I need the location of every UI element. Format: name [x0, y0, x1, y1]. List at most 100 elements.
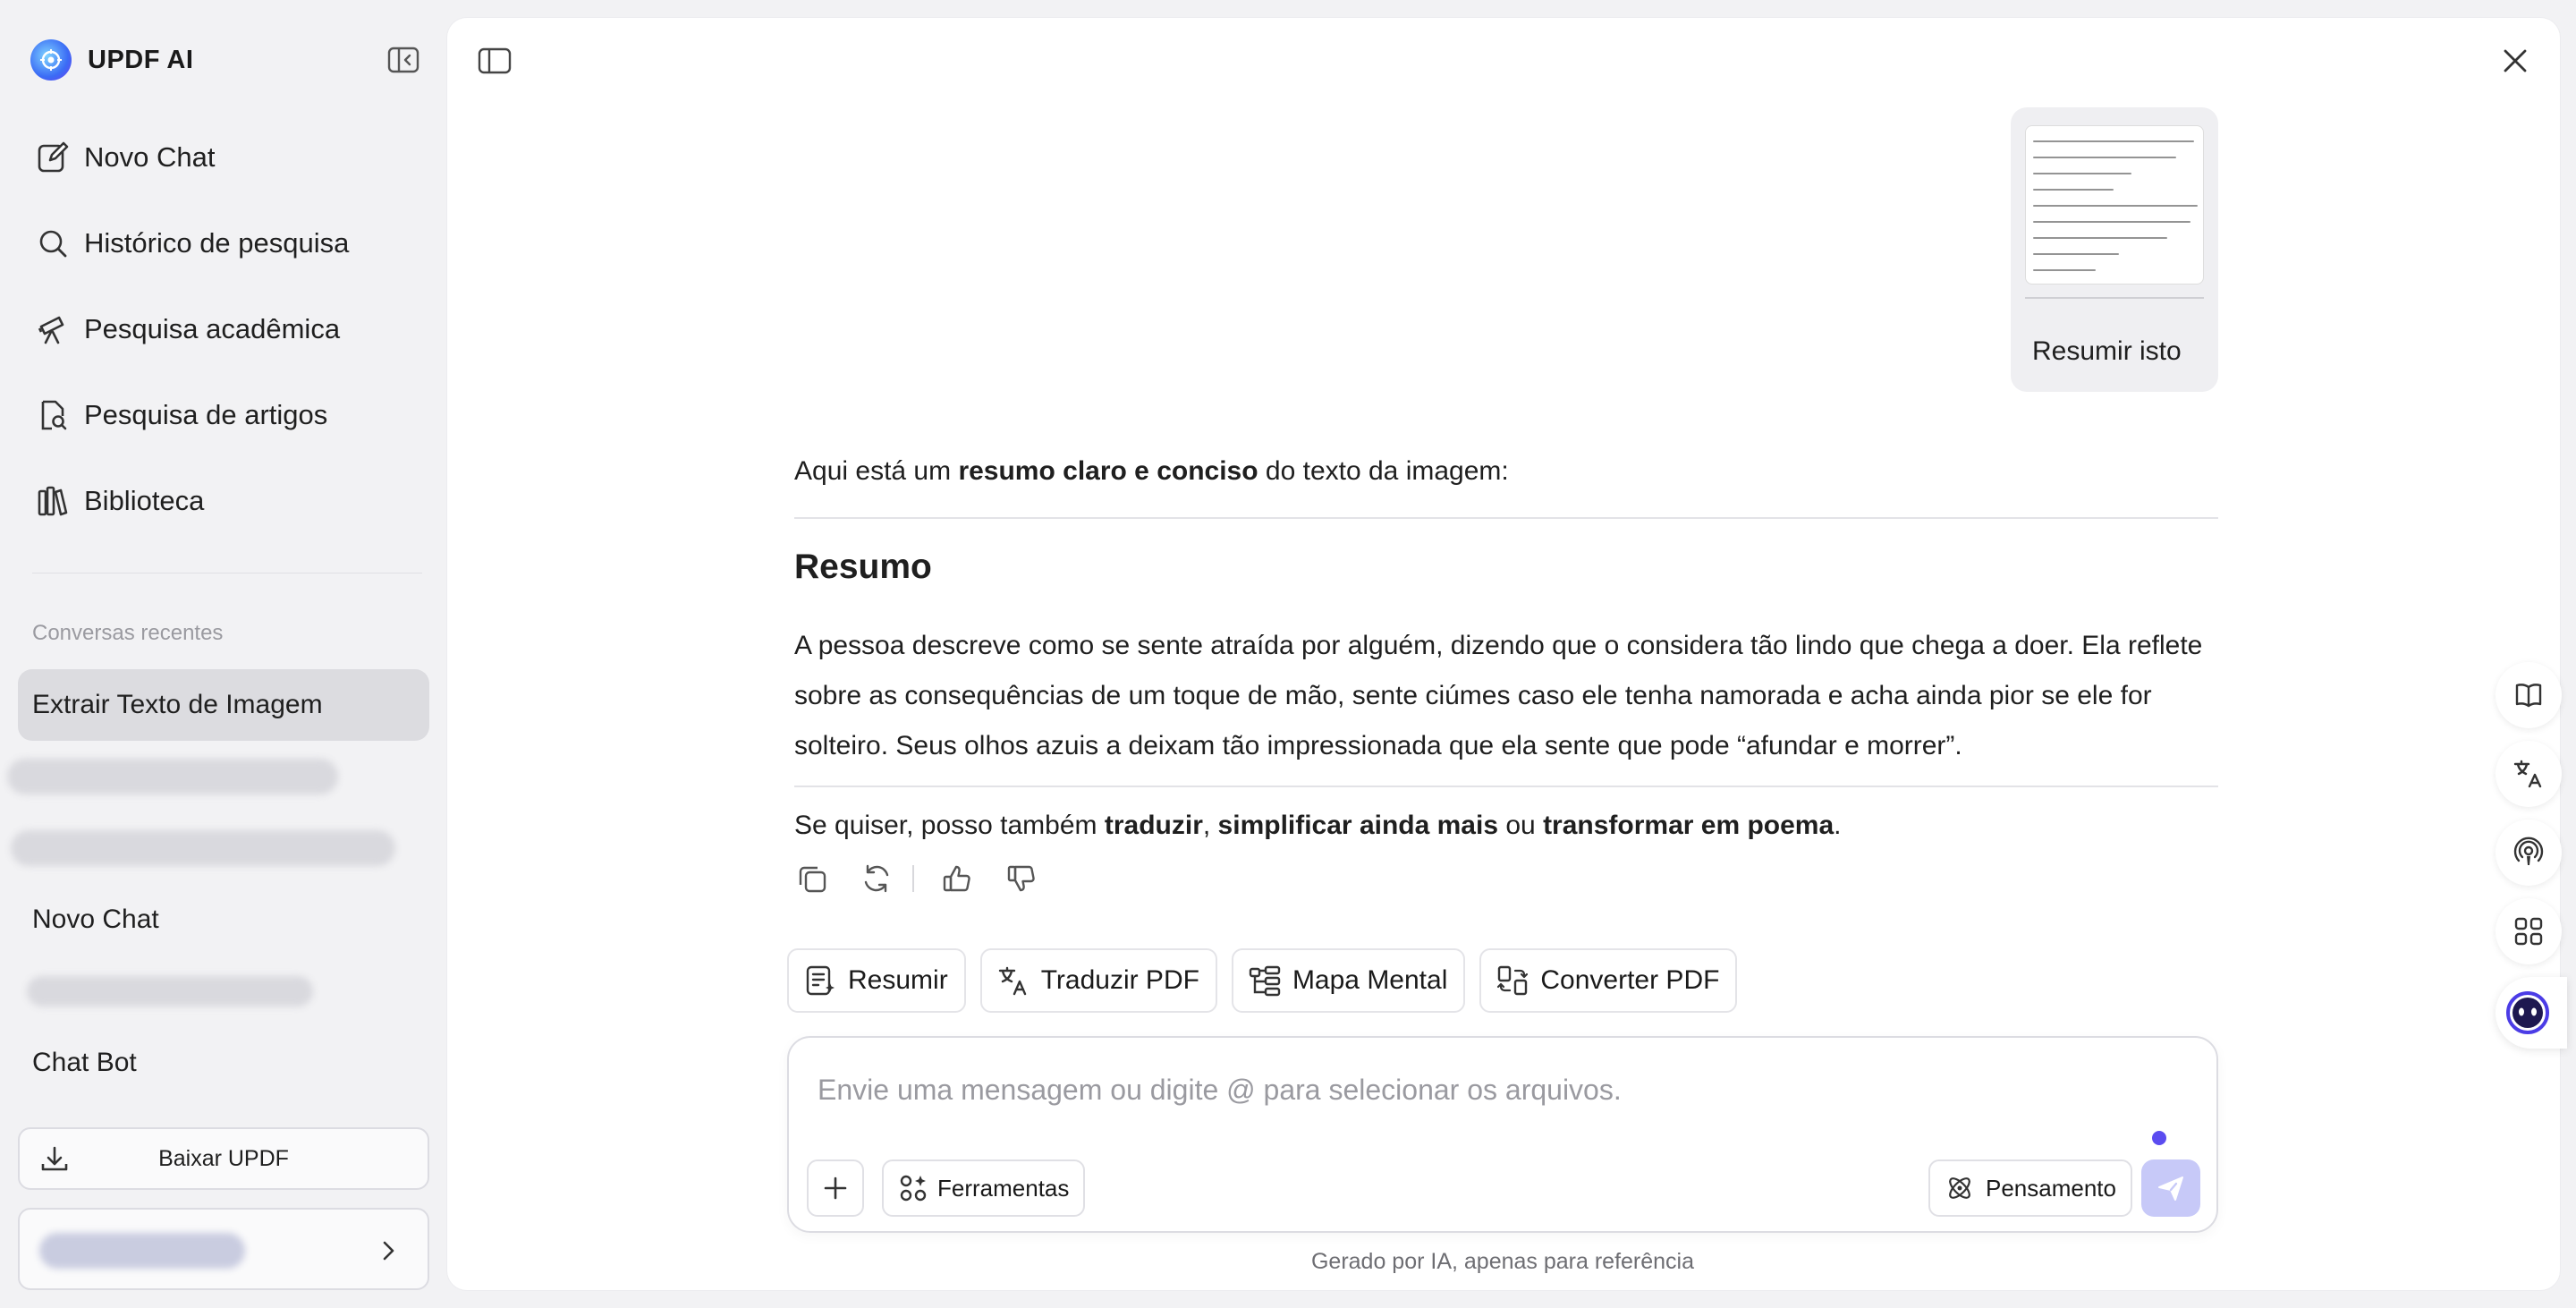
ai-assistant-button[interactable]	[2496, 977, 2567, 1049]
quick-tool-label: Resumir	[848, 965, 948, 995]
mind-map-icon	[1249, 965, 1281, 997]
search-icon	[39, 230, 67, 258]
answer-divider	[794, 517, 2218, 519]
download-label: Baixar UPDF	[158, 1145, 289, 1171]
quick-tool-label: Converter PDF	[1540, 965, 1720, 995]
recent-item-redacted[interactable]	[18, 956, 429, 1027]
document-search-icon	[41, 400, 67, 430]
send-icon	[2158, 1176, 2183, 1201]
redacted-text	[11, 830, 395, 866]
podcast-button[interactable]	[2496, 820, 2562, 886]
answer-heading: Resumo	[794, 548, 932, 586]
translate-pdf-button[interactable]: Traduzir PDF	[979, 948, 1217, 1013]
copy-icon	[799, 866, 826, 893]
copy-button[interactable]	[794, 861, 830, 896]
user-message-text: Resumir isto	[2032, 336, 2182, 366]
summarize-button[interactable]: Resumir	[787, 948, 966, 1013]
user-account-card[interactable]	[18, 1208, 429, 1290]
actions-separator	[912, 865, 914, 892]
refresh-icon	[864, 864, 889, 893]
redacted-text	[7, 759, 338, 794]
status-dot	[2152, 1131, 2166, 1145]
chevron-right-icon	[383, 1241, 394, 1261]
quick-tool-label: Traduzir PDF	[1040, 965, 1199, 995]
edit-icon	[38, 141, 69, 173]
translate-icon	[998, 966, 1026, 996]
nav-article-search[interactable]: Pesquisa de artigos	[18, 372, 429, 458]
tools-grid-icon	[900, 1175, 927, 1202]
podcast-icon	[2513, 837, 2544, 865]
app-name: UPDF AI	[88, 45, 194, 74]
sidebar-nav: Novo Chat Histórico de pesquisa Pesquisa…	[18, 115, 429, 544]
recent-conversations-title: Conversas recentes	[32, 621, 224, 645]
convert-icon	[1497, 965, 1529, 996]
recent-item[interactable]: Novo Chat	[18, 884, 429, 956]
send-button[interactable]	[2141, 1159, 2200, 1217]
close-icon	[2504, 49, 2527, 72]
add-attachment-button[interactable]	[807, 1159, 864, 1217]
answer-intro: Aqui está um resumo claro e conciso do t…	[794, 456, 1509, 486]
message-divider	[2025, 297, 2204, 299]
translate-icon	[2513, 760, 2542, 788]
toggle-panel-button[interactable]	[476, 43, 513, 79]
thinking-label: Pensamento	[1986, 1174, 2116, 1202]
nav-search-history[interactable]: Histórico de pesquisa	[18, 200, 429, 286]
message-input[interactable]	[818, 1074, 2070, 1107]
close-button[interactable]	[2497, 43, 2533, 79]
tools-label: Ferramentas	[937, 1174, 1070, 1202]
sidebar: UPDF AI Novo Chat Histórico de pesquisa …	[0, 0, 447, 1308]
quick-tools: Resumir Traduzir PDF Mapa Mental Convert…	[787, 948, 1751, 1013]
book-open-icon	[2515, 684, 2542, 708]
quick-tool-label: Mapa Mental	[1292, 965, 1448, 995]
nav-academic-search[interactable]: Pesquisa acadêmica	[18, 286, 429, 372]
user-message: Resumir isto	[2011, 107, 2218, 392]
recent-item[interactable]: Chat Bot	[18, 1027, 429, 1099]
sidebar-collapse-icon	[387, 47, 419, 73]
reader-mode-button[interactable]	[2496, 662, 2562, 728]
translate-button[interactable]	[2496, 741, 2562, 807]
right-tool-rail	[2496, 662, 2567, 1049]
attached-image-thumbnail[interactable]	[2025, 125, 2204, 285]
message-actions	[794, 861, 1068, 896]
redacted-user-info	[39, 1233, 245, 1269]
sidebar-panel-icon	[478, 47, 512, 74]
answer-closing: Se quiser, posso também traduzir, simpli…	[794, 811, 1842, 840]
thinking-toggle[interactable]: Pensamento	[1928, 1159, 2132, 1217]
brand[interactable]: UPDF AI	[30, 39, 193, 81]
nav-label: Novo Chat	[84, 141, 216, 173]
tools-button[interactable]: Ferramentas	[882, 1159, 1086, 1217]
nav-new-chat[interactable]: Novo Chat	[18, 115, 429, 200]
plus-icon	[824, 1176, 847, 1200]
answer-paragraph: A pessoa descreve como se sente atraída …	[794, 631, 2203, 760]
mind-map-button[interactable]: Mapa Mental	[1231, 948, 1466, 1013]
summarize-icon	[806, 965, 835, 996]
recent-conversations-list: Extrair Texto de Imagem Novo Chat Chat B…	[7, 669, 429, 1099]
recent-item-active[interactable]: Extrair Texto de Imagem	[18, 669, 429, 741]
library-icon	[38, 486, 68, 516]
message-composer: Ferramentas Pensamento	[787, 1036, 2218, 1233]
collapse-sidebar-button[interactable]	[386, 45, 420, 75]
redacted-text	[27, 976, 313, 1006]
nav-label: Pesquisa de artigos	[84, 399, 328, 430]
thumbs-up-icon	[943, 865, 970, 892]
regenerate-button[interactable]	[859, 861, 894, 896]
atom-icon	[1949, 1177, 1970, 1199]
nav-label: Pesquisa acadêmica	[84, 313, 341, 344]
download-updf-button[interactable]: Baixar UPDF	[18, 1127, 429, 1190]
chat-panel: Resumir isto Aqui está um resumo claro e…	[447, 18, 2560, 1290]
recent-item-redacted[interactable]	[11, 812, 429, 884]
nav-label: Histórico de pesquisa	[84, 227, 350, 259]
telescope-icon	[38, 316, 64, 344]
nav-label: Biblioteca	[84, 485, 205, 516]
apps-button[interactable]	[2496, 898, 2562, 964]
updf-logo-icon	[30, 39, 72, 81]
answer-divider	[794, 786, 2218, 787]
thumbs-down-button[interactable]	[1004, 861, 1039, 896]
thumbs-down-icon	[1007, 865, 1035, 892]
recent-item-redacted[interactable]	[7, 741, 429, 812]
thumbs-up-button[interactable]	[939, 861, 975, 896]
convert-pdf-button[interactable]: Converter PDF	[1479, 948, 1738, 1013]
nav-library[interactable]: Biblioteca	[18, 458, 429, 544]
apps-grid-icon	[2514, 917, 2543, 946]
ai-bot-icon	[2506, 991, 2549, 1034]
